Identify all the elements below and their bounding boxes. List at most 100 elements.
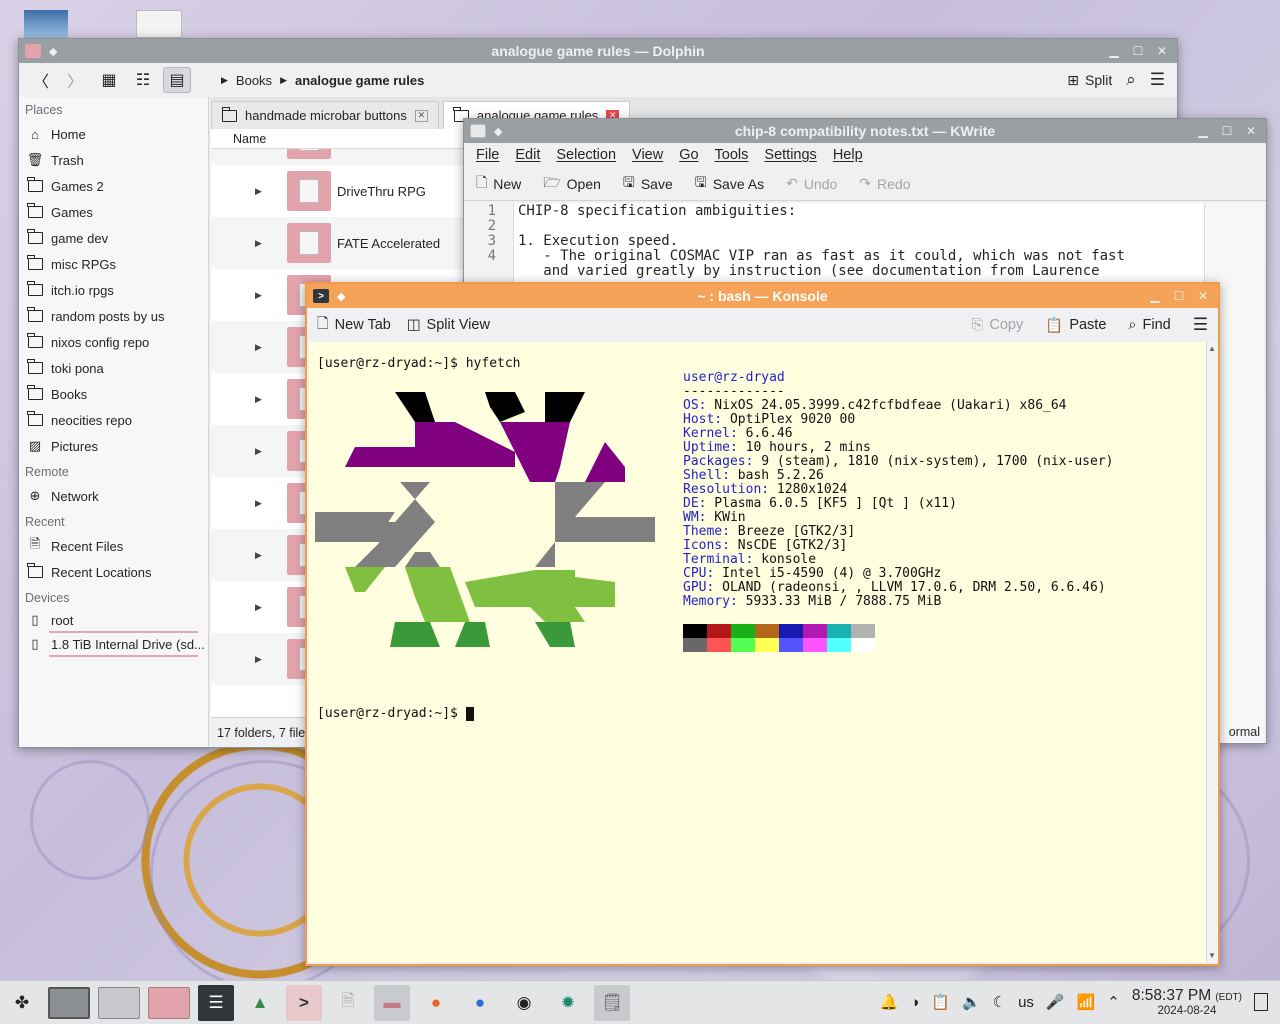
expand-arrow-icon[interactable]: ▶ [255, 290, 262, 301]
close-button[interactable]: ✕ [1155, 44, 1169, 58]
pin-icon[interactable]: ◆ [49, 45, 57, 58]
menu-help[interactable]: Help [833, 147, 863, 163]
expand-arrow-icon[interactable]: ▶ [255, 498, 262, 509]
device-root[interactable]: ▯ root [19, 609, 208, 631]
pin-icon[interactable]: ◆ [494, 125, 502, 138]
details-view-icon[interactable]: ▤ [163, 67, 191, 93]
place-pictures[interactable]: ▨ Pictures [19, 433, 208, 459]
night-light-icon[interactable]: ☾ [993, 993, 1006, 1011]
hamburger-menu-icon[interactable]: ☰ [1150, 70, 1165, 90]
konsole-titlebar[interactable]: > ◆ ~ : bash — Konsole ▁ ☐ ✕ [307, 284, 1218, 308]
device-internal-drive[interactable]: ▯ 1.8 TiB Internal Drive (sd... [19, 633, 208, 655]
place-recent-locations[interactable]: Recent Locations [19, 559, 208, 585]
forward-icon[interactable]: 〉 [61, 67, 89, 93]
minimize-button[interactable]: ▁ [1148, 289, 1162, 303]
paste-button[interactable]: 📋 Paste [1045, 317, 1106, 334]
desktop-image-icon[interactable] [24, 10, 68, 38]
expand-arrow-icon[interactable]: ▶ [255, 238, 262, 249]
keyboard-layout[interactable]: us [1018, 994, 1034, 1011]
open-button[interactable]: 🗁 Open [543, 172, 601, 196]
compact-view-icon[interactable]: ☷ [129, 67, 157, 93]
konsole-task-icon[interactable]: > [286, 984, 322, 1021]
redo-button[interactable]: ↷ Redo [859, 175, 910, 192]
save-as-button[interactable]: 🖫 Save As [695, 172, 764, 196]
place-home[interactable]: ⌂ Home [19, 121, 208, 147]
copy-button[interactable]: ⎘ Copy [972, 317, 1023, 333]
breadcrumb-current[interactable]: analogue game rules [295, 73, 424, 88]
minimize-button[interactable]: ▁ [1107, 44, 1121, 58]
place-network[interactable]: ⊕ Network [19, 483, 208, 509]
icons-view-icon[interactable]: ▦ [95, 67, 123, 93]
hamburger-menu-icon[interactable]: ☰ [1193, 315, 1208, 335]
breadcrumb-books[interactable]: Books [236, 73, 272, 88]
list-item[interactable]: ▶ DriveThru RPG [211, 165, 471, 217]
kwrite-task-icon[interactable]: 🗒 [594, 984, 630, 1021]
expand-arrow-icon[interactable]: ▶ [255, 602, 262, 613]
place-neocities[interactable]: neocities repo [19, 407, 208, 433]
dolphin-titlebar[interactable]: ◆ analogue game rules — Dolphin ▁ ☐ ✕ [19, 39, 1177, 63]
minimize-button[interactable]: ▁ [1196, 124, 1210, 138]
mixer-icon[interactable]: ☰ [198, 984, 234, 1021]
new-button[interactable]: 🗋 New [476, 172, 521, 196]
place-misc-rpgs[interactable]: misc RPGs [19, 251, 208, 277]
desktop-pager-1[interactable] [48, 986, 90, 1019]
list-item[interactable]: ▶ FATE Accelerated [211, 217, 471, 269]
konsole-app-icon[interactable]: > [313, 289, 329, 303]
place-nixos-config[interactable]: nixos config repo [19, 329, 208, 355]
expand-arrow-icon[interactable]: ▶ [255, 394, 262, 405]
list-item[interactable] [211, 149, 471, 165]
expand-arrow-icon[interactable]: ▶ [255, 654, 262, 665]
place-games-2[interactable]: Games 2 [19, 173, 208, 199]
tab-handmade-microbar[interactable]: handmade microbar buttons ✕ [211, 101, 439, 129]
dolphin-app-icon[interactable] [25, 44, 41, 58]
app-launcher-icon[interactable]: ✤ [4, 985, 40, 1021]
new-tab-button[interactable]: 🗋 New Tab [317, 313, 391, 338]
maximize-button[interactable]: ☐ [1220, 124, 1234, 138]
save-button[interactable]: 🖫 Save [623, 172, 673, 196]
scroll-down-icon[interactable]: ▼ [1208, 951, 1216, 960]
menu-file[interactable]: File [476, 147, 499, 163]
file-task-icon[interactable]: 🗎 [330, 985, 366, 1021]
expand-arrow-icon[interactable]: ▶ [255, 446, 262, 457]
menu-view[interactable]: View [632, 147, 663, 163]
kwrite-app-icon[interactable] [470, 124, 486, 138]
maximize-button[interactable]: ☐ [1172, 289, 1186, 303]
system-monitor-icon[interactable]: ▲ [242, 985, 278, 1021]
place-games[interactable]: Games [19, 199, 208, 225]
maximize-button[interactable]: ☐ [1131, 44, 1145, 58]
place-toki-pona[interactable]: toki pona [19, 355, 208, 381]
scrollbar[interactable]: ▲ ▼ [1206, 342, 1218, 962]
clipboard-icon[interactable]: 📋 [931, 993, 950, 1011]
seventy-seven-icon[interactable]: ◉ [506, 985, 542, 1021]
close-tab-icon[interactable]: ✕ [414, 109, 428, 122]
firefox-icon[interactable]: ● [418, 985, 454, 1021]
microphone-icon[interactable]: 🎤 [1046, 993, 1065, 1011]
expand-arrow-icon[interactable]: ▶ [255, 342, 262, 353]
search-icon[interactable]: ⌕ [1126, 70, 1136, 90]
close-button[interactable]: ✕ [1196, 289, 1210, 303]
place-books[interactable]: Books [19, 381, 208, 407]
place-itchio-rpgs[interactable]: itch.io rpgs [19, 277, 208, 303]
menu-edit[interactable]: Edit [515, 147, 540, 163]
dolphin-task-icon[interactable]: ▬ [374, 984, 410, 1021]
place-game-dev[interactable]: game dev [19, 225, 208, 251]
kwrite-titlebar[interactable]: ◆ chip-8 compatibility notes.txt — KWrit… [464, 119, 1266, 143]
split-button[interactable]: ⊞ Split [1067, 72, 1112, 89]
pin-icon[interactable]: ◆ [337, 290, 345, 303]
place-random-posts[interactable]: random posts by us [19, 303, 208, 329]
thunderbird-icon[interactable]: ● [462, 985, 498, 1021]
desktop-pager-3[interactable] [148, 986, 190, 1019]
clock[interactable]: 8:58:37 PM (EDT) 2024-08-24 [1132, 988, 1242, 1017]
scroll-up-icon[interactable]: ▲ [1208, 344, 1216, 353]
wifi-icon[interactable]: 📶 [1077, 993, 1096, 1011]
menu-tools[interactable]: Tools [715, 147, 749, 163]
gear-app-icon[interactable]: ✹ [550, 985, 586, 1021]
menu-settings[interactable]: Settings [764, 147, 816, 163]
terminal-output[interactable]: [user@rz-dryad:~]$ hyfetch user@rz-dryad… [309, 342, 1206, 962]
desktop-pager-2[interactable] [98, 986, 140, 1019]
find-button[interactable]: ⌕ Find [1128, 317, 1170, 333]
place-trash[interactable]: 🗑 Trash [19, 147, 208, 173]
place-recent-files[interactable]: 🗎 Recent Files [19, 533, 208, 559]
notifications-icon[interactable]: 🔔 [880, 993, 899, 1011]
expand-arrow-icon[interactable]: ▶ [255, 550, 262, 561]
